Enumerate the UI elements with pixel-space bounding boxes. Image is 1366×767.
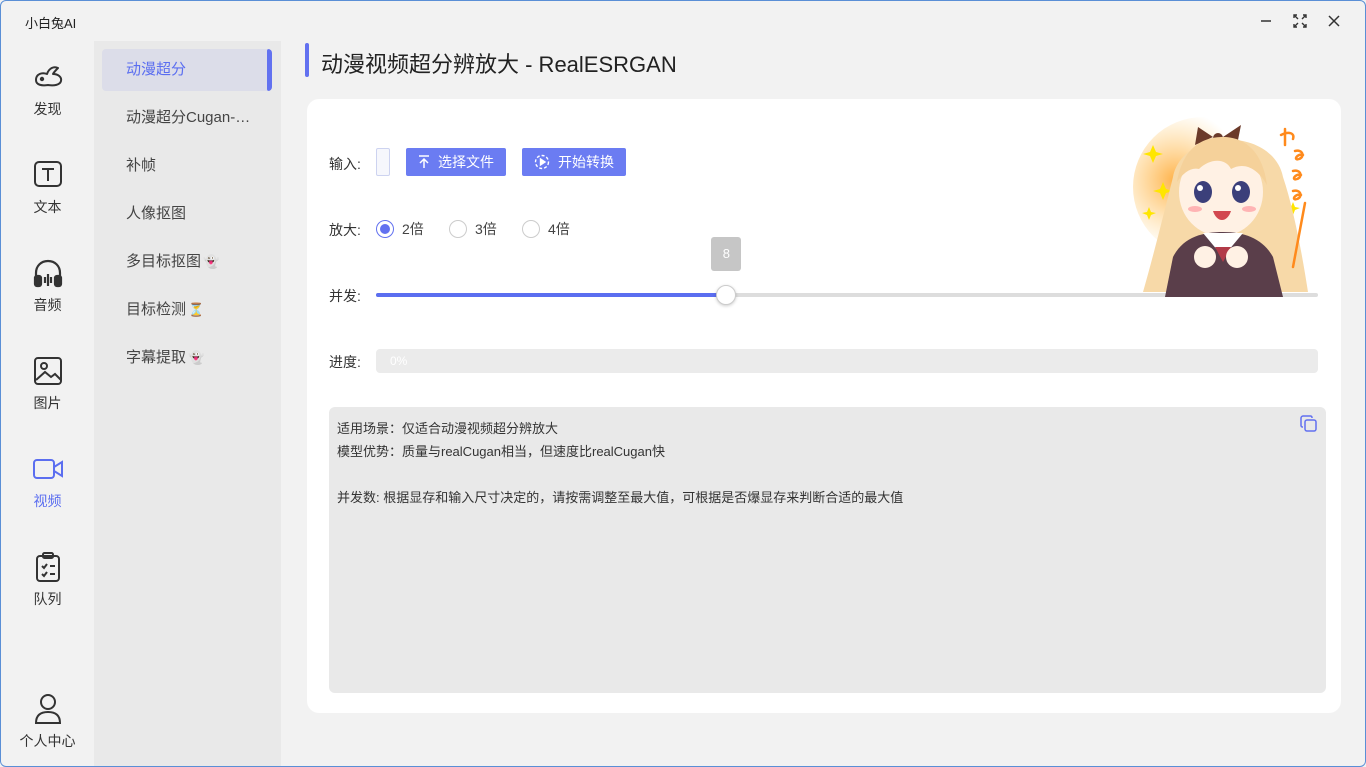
scale-option-3x[interactable]: 3倍 bbox=[449, 219, 497, 239]
submenu-item-label: 人像抠图 bbox=[126, 205, 187, 222]
submenu-item-label: 目标检测 bbox=[126, 301, 187, 318]
progress-label: 进度: bbox=[329, 354, 361, 370]
rail-item-user-center[interactable]: 个人中心 bbox=[1, 691, 94, 766]
close-button[interactable] bbox=[1323, 10, 1345, 32]
rail-label-queue: 队列 bbox=[33, 591, 62, 607]
copy-icon[interactable] bbox=[1300, 415, 1318, 433]
main-card: 输入: 选择文件 开始转换 放大: 2倍 3倍 4倍 并发: 8 进度: 0% … bbox=[307, 99, 1341, 713]
submenu-item-frame-interp[interactable]: 补帧 bbox=[102, 145, 272, 187]
select-file-label: 选择文件 bbox=[438, 154, 494, 170]
submenu-item-object-detect[interactable]: 目标检测 ⏳ bbox=[102, 289, 272, 331]
image-icon bbox=[30, 353, 66, 389]
hourglass-icon: ⏳ bbox=[188, 302, 205, 317]
scale-option-2x[interactable]: 2倍 bbox=[376, 219, 424, 239]
rail-item-discover[interactable]: 发现 bbox=[1, 59, 94, 139]
rail-label-video: 视频 bbox=[33, 493, 62, 509]
slider-thumb[interactable] bbox=[716, 285, 737, 305]
left-rail: 发现 文本 音频 图片 视频 队列 个人中心 bbox=[1, 41, 94, 766]
title-bar: 小白兔AI bbox=[1, 1, 1365, 41]
ghost-icon: 👻 bbox=[188, 350, 205, 365]
rail-label-audio: 音频 bbox=[33, 297, 62, 313]
start-convert-label: 开始转换 bbox=[558, 154, 614, 170]
scale-label: 放大: bbox=[329, 222, 361, 238]
maximize-icon bbox=[1293, 14, 1307, 28]
select-file-button[interactable]: 选择文件 bbox=[406, 148, 506, 176]
play-circle-icon bbox=[534, 154, 550, 170]
rail-label-user-center: 个人中心 bbox=[19, 733, 76, 749]
title-accent-bar bbox=[305, 43, 309, 77]
app-title: 小白兔AI bbox=[25, 16, 77, 31]
submenu-item-label: 动漫超分Cugan-… bbox=[126, 109, 251, 126]
submenu: 动漫超分 动漫超分Cugan-… 补帧 人像抠图 多目标抠图 👻 目标检测 ⏳ 字幕… bbox=[94, 41, 281, 766]
scale-option-label: 4倍 bbox=[548, 221, 570, 237]
rail-label-text: 文本 bbox=[33, 199, 62, 215]
submenu-item-portrait-matting[interactable]: 人像抠图 bbox=[102, 193, 272, 235]
submenu-item-subtitle-extract[interactable]: 字幕提取 👻 bbox=[102, 337, 272, 379]
file-path-input[interactable] bbox=[376, 148, 390, 176]
scale-option-label: 2倍 bbox=[402, 221, 424, 237]
maximize-button[interactable] bbox=[1289, 10, 1311, 32]
upload-icon bbox=[419, 155, 429, 168]
slider-fill bbox=[376, 293, 727, 297]
input-label: 输入: bbox=[329, 156, 361, 172]
info-line: 适用场景：仅适合动漫视频超分辨放大 bbox=[337, 421, 559, 436]
submenu-item-anime-sr[interactable]: 动漫超分 bbox=[102, 49, 272, 91]
submenu-item-label: 多目标抠图 bbox=[126, 253, 202, 270]
info-box: 适用场景：仅适合动漫视频超分辨放大 模型优势：质量与realCugan相当，但速… bbox=[329, 407, 1326, 693]
slider-value-tooltip: 8 bbox=[711, 237, 742, 271]
rail-label-discover: 发现 bbox=[33, 101, 62, 117]
start-convert-button[interactable]: 开始转换 bbox=[522, 148, 626, 176]
rabbit-icon bbox=[30, 59, 66, 95]
submenu-item-label: 字幕提取 bbox=[126, 349, 187, 366]
rail-item-queue[interactable]: 队列 bbox=[1, 549, 94, 629]
info-line: 并发数: 根据显存和输入尺寸决定的，请按需调整至最大值，可根据是否爆显存来判断合… bbox=[337, 490, 904, 505]
text-icon bbox=[30, 157, 66, 193]
submenu-item-anime-sr-cugan[interactable]: 动漫超分Cugan-… bbox=[102, 97, 272, 139]
minimize-button[interactable] bbox=[1255, 10, 1277, 32]
close-icon bbox=[1328, 15, 1340, 27]
rail-item-image[interactable]: 图片 bbox=[1, 353, 94, 433]
info-line bbox=[337, 463, 1318, 486]
radio-dot bbox=[522, 220, 540, 238]
submenu-item-label: 动漫超分 bbox=[126, 61, 187, 78]
scale-option-4x[interactable]: 4倍 bbox=[522, 219, 570, 239]
ghost-icon: 👻 bbox=[203, 254, 220, 269]
concurrency-label: 并发: bbox=[329, 288, 361, 304]
video-icon bbox=[30, 451, 66, 487]
headphones-icon bbox=[30, 255, 66, 291]
progress-bar: 0% bbox=[376, 349, 1318, 373]
user-icon bbox=[30, 691, 66, 727]
rail-item-audio[interactable]: 音频 bbox=[1, 255, 94, 335]
radio-dot bbox=[449, 220, 467, 238]
scale-option-label: 3倍 bbox=[475, 221, 497, 237]
rail-label-image: 图片 bbox=[33, 395, 62, 411]
submenu-item-multi-matting[interactable]: 多目标抠图 👻 bbox=[102, 241, 272, 283]
radio-dot bbox=[376, 220, 394, 238]
progress-text: 0% bbox=[390, 354, 408, 368]
app-window: 小白兔AI 发现 文本 音频 图片 视频 队列 个人中心 动漫超分 动漫超分Cu… bbox=[0, 0, 1366, 767]
submenu-item-label: 补帧 bbox=[126, 157, 157, 174]
rail-item-video[interactable]: 视频 bbox=[1, 451, 94, 531]
info-line: 模型优势：质量与realCugan相当，但速度比realCugan快 bbox=[337, 444, 665, 459]
minimize-icon bbox=[1261, 20, 1271, 22]
clipboard-icon bbox=[30, 549, 66, 585]
rail-item-text[interactable]: 文本 bbox=[1, 157, 94, 237]
page-title: 动漫视频超分辨放大 - RealESRGAN bbox=[321, 52, 677, 77]
anime-mascot-illustration bbox=[1133, 117, 1308, 297]
